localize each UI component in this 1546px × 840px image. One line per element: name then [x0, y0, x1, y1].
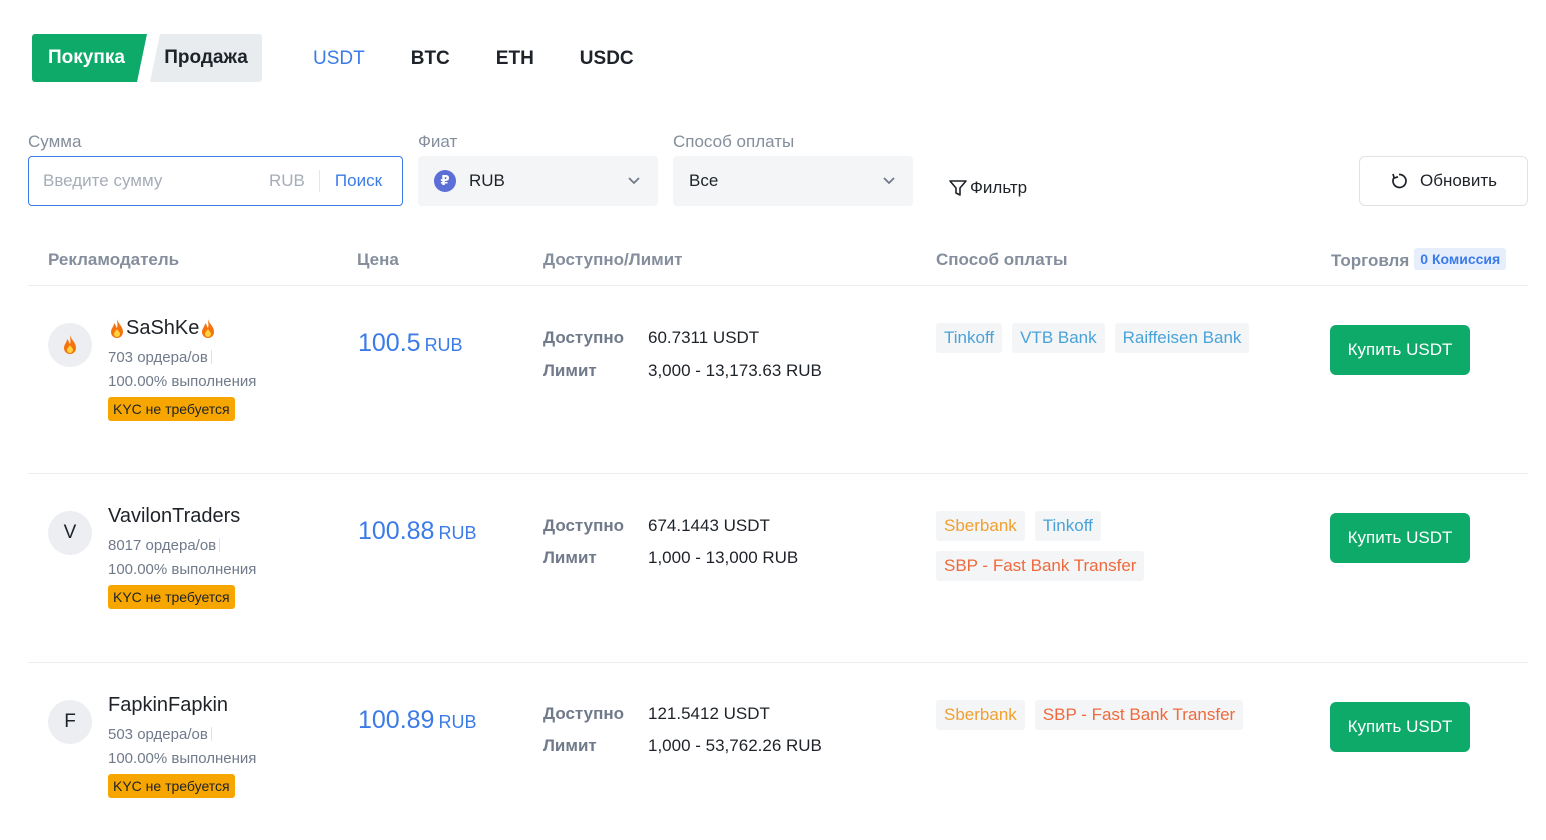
- order-count: 8017 ордера/ов: [108, 537, 220, 554]
- payment-tag: VTB Bank: [1012, 323, 1105, 353]
- advertiser-name-text: SaShKe: [126, 317, 200, 339]
- fire-icon: [202, 318, 215, 338]
- price: 100.89 RUB: [358, 706, 476, 735]
- amount-field: RUB Поиск: [28, 156, 403, 206]
- column-advertiser: Рекламодатель: [48, 250, 180, 269]
- avatar: F: [48, 700, 92, 744]
- filter-icon: [949, 180, 967, 196]
- payment-tag: Sberbank: [936, 700, 1025, 730]
- available-value: 60.7311 USDT: [648, 328, 760, 347]
- fiat-select[interactable]: ₽ RUB: [418, 156, 658, 206]
- available-label: Доступно: [543, 704, 625, 723]
- table-row: F FapkinFapkin 503 ордера/ов 100.00% вып…: [28, 664, 1528, 840]
- buy-usdt-button[interactable]: Купить USDT: [1330, 325, 1470, 375]
- order-count: 503 ордера/ов: [108, 726, 212, 743]
- price-value: 100.88: [358, 517, 435, 545]
- chevron-down-icon: [628, 177, 640, 185]
- column-price: Цена: [357, 250, 399, 269]
- payment-method-select[interactable]: Все: [673, 156, 913, 206]
- column-available-limit: Доступно/Лимит: [543, 250, 683, 269]
- avatar: V: [48, 511, 92, 555]
- payment-method-label: Способ оплаты: [673, 132, 795, 151]
- price-value: 100.5: [358, 329, 421, 357]
- buy-usdt-button[interactable]: Купить USDT: [1330, 702, 1470, 752]
- kyc-badge: KYC не требуется: [108, 397, 235, 421]
- payment-methods: Sberbank SBP - Fast Bank Transfer: [936, 700, 1276, 730]
- refresh-icon: [1392, 173, 1407, 189]
- completion-rate: 100.00% выполнения: [108, 561, 257, 578]
- avatar: [48, 323, 92, 367]
- table-header: Рекламодатель Цена Доступно/Лимит Способ…: [28, 236, 1528, 286]
- refresh-label: Обновить: [1420, 171, 1497, 190]
- coin-tab-usdc[interactable]: USDC: [580, 48, 634, 70]
- payment-tag: SBP - Fast Bank Transfer: [936, 551, 1145, 581]
- limit-value: 1,000 - 13,000 RUB: [648, 548, 799, 567]
- payment-tag: Tinkoff: [1034, 511, 1101, 541]
- payment-methods: Sberbank Tinkoff SBP - Fast Bank Transfe…: [936, 511, 1276, 581]
- payment-method-select-value: Все: [689, 171, 719, 190]
- coin-tabs: USDT BTC ETH USDC: [313, 48, 634, 70]
- limit-value: 3,000 - 13,173.63 RUB: [648, 361, 822, 380]
- price-value: 100.89: [358, 706, 435, 734]
- limit-value: 1,000 - 53,762.26 RUB: [648, 736, 822, 755]
- completion-rate: 100.00% выполнения: [108, 373, 257, 390]
- refresh-button[interactable]: Обновить: [1359, 156, 1528, 206]
- available-label: Доступно: [543, 516, 625, 535]
- fire-icon: [111, 318, 123, 338]
- column-trade-label: Торговля: [1331, 251, 1410, 270]
- search-button[interactable]: Поиск: [335, 171, 382, 191]
- limit-label: Лимит: [543, 361, 597, 380]
- amount-currency: RUB: [269, 170, 320, 192]
- side-tabs: Покупка Продажа: [32, 34, 262, 82]
- coin-tab-usdt[interactable]: USDT: [313, 48, 365, 70]
- kyc-badge: KYC не требуется: [108, 585, 235, 609]
- kyc-badge: KYC не требуется: [108, 774, 235, 798]
- advertiser-name[interactable]: FapkinFapkin: [108, 694, 228, 717]
- table-row: V VavilonTraders 8017 ордера/ов 100.00% …: [28, 475, 1528, 663]
- available-label: Доступно: [543, 328, 625, 347]
- table-row: SaShKe 703 ордера/ов 100.00% выполнения …: [28, 287, 1528, 474]
- payment-tag: Sberbank: [936, 511, 1025, 541]
- order-count: 703 ордера/ов: [108, 349, 212, 366]
- amount-label: Сумма: [28, 132, 82, 151]
- limit-label: Лимит: [543, 736, 597, 755]
- ruble-icon: ₽: [434, 170, 456, 192]
- available-value: 121.5412 USDT: [648, 704, 770, 723]
- filter-label: Фильтр: [970, 178, 1028, 197]
- fire-icon: [64, 335, 76, 354]
- column-payment-method: Способ оплаты: [936, 250, 1068, 269]
- filter-button[interactable]: Фильтр: [948, 178, 1027, 198]
- coin-tab-btc[interactable]: BTC: [411, 48, 450, 70]
- available-value: 674.1443 USDT: [648, 516, 770, 535]
- price: 100.5 RUB: [358, 329, 463, 358]
- buy-usdt-button[interactable]: Купить USDT: [1330, 513, 1470, 563]
- price-currency: RUB: [438, 712, 477, 732]
- fiat-select-value: RUB: [469, 171, 505, 190]
- tab-sell[interactable]: Продажа: [150, 34, 262, 82]
- zero-fee-badge: 0 Комиссия: [1414, 248, 1507, 270]
- price-currency: RUB: [438, 523, 477, 543]
- advertiser-name[interactable]: VavilonTraders: [108, 505, 240, 528]
- completion-rate: 100.00% выполнения: [108, 750, 257, 767]
- payment-tag: SBP - Fast Bank Transfer: [1034, 700, 1244, 730]
- coin-tab-eth[interactable]: ETH: [496, 48, 534, 70]
- payment-methods: Tinkoff VTB Bank Raiffeisen Bank: [936, 323, 1276, 353]
- payment-tag: Raiffeisen Bank: [1114, 323, 1250, 353]
- limit-label: Лимит: [543, 548, 597, 567]
- fiat-label: Фиат: [418, 132, 458, 151]
- amount-input[interactable]: [43, 171, 263, 191]
- payment-tag: Tinkoff: [936, 323, 1003, 353]
- price-currency: RUB: [424, 335, 463, 355]
- tab-buy[interactable]: Покупка: [32, 34, 147, 82]
- price: 100.88 RUB: [358, 517, 476, 546]
- chevron-down-icon: [883, 177, 895, 185]
- advertiser-name[interactable]: SaShKe: [108, 317, 217, 340]
- column-trade: Торговля 0 Комиссия: [1331, 248, 1507, 272]
